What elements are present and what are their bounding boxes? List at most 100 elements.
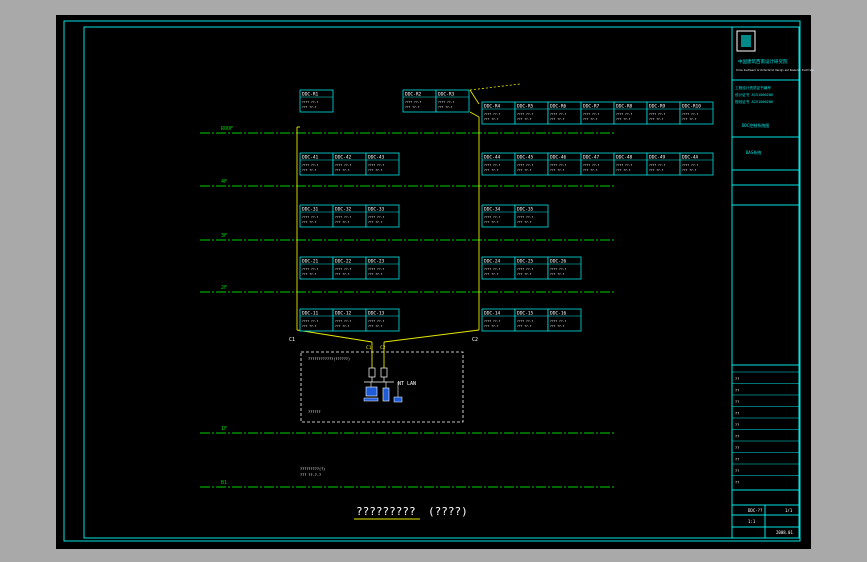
ddc-controller: DDC-R9 ???? ??-???? ??-? <box>646 101 681 125</box>
ddc-id-label: DDC-31 <box>302 207 319 213</box>
ddc-controller: DDC-25 ???? ??-???? ??-? <box>514 256 549 280</box>
drawing-subtitle: (????) <box>428 505 468 518</box>
ddc-id-label: DDC-15 <box>517 311 534 317</box>
ddc-io-line: ??? ??-? <box>649 168 664 172</box>
ddc-controller: DDC-34 ???? ??-???? ??-? <box>481 204 516 228</box>
ddc-controller: DDC-31 ???? ??-???? ??-? <box>299 204 334 228</box>
ddc-controller: DDC-15 ???? ??-???? ??-? <box>514 308 549 332</box>
ddc-io-line: ???? ??-? <box>405 100 421 104</box>
ddc-id-label: DDC-32 <box>335 207 352 213</box>
ddc-io-line: ??? ??-? <box>616 117 631 121</box>
control-room-title: ????????????(??????) <box>308 357 350 361</box>
approval-line-3: 规划证书 A251000286 <box>735 99 773 104</box>
ddc-io-line: ??? ??-? <box>335 324 350 328</box>
sheet-number: 1/1 <box>785 508 793 513</box>
ddc-io-line: ???? ??-? <box>550 267 566 271</box>
ddc-id-label: DDC-34 <box>484 207 501 213</box>
ddc-id-label: DDC-25 <box>517 259 534 265</box>
ddc-io-line: ???? ??-? <box>302 100 318 104</box>
bus-label-c2: C2 <box>472 337 478 343</box>
ddc-id-label: DDC-22 <box>335 259 352 265</box>
ddc-controller: DDC-48 ???? ??-???? ??-? <box>613 152 648 176</box>
ddc-io-line: ??? ??-? <box>550 168 565 172</box>
ddc-controller: DDC-R3 ???? ??-???? ??-? <box>435 89 470 113</box>
network-label: NT LAN <box>398 381 416 387</box>
ddc-io-line: ???? ??-? <box>484 215 500 219</box>
ddc-io-line: ???? ??-? <box>550 319 566 323</box>
ddc-io-line: ??? ??-? <box>335 272 350 276</box>
ddc-controller: DDC-R4 ???? ??-???? ??-? <box>481 101 516 125</box>
bas-system-diagram: 中国建筑西南设计研究院 China Southwest Architectura… <box>56 15 814 549</box>
ddc-controller: DDC-33 ???? ??-???? ??-? <box>365 204 400 228</box>
floor-label: 2F <box>221 285 227 291</box>
server-tower-icon <box>382 387 390 402</box>
ddc-io-line: ???? ??-? <box>649 163 665 167</box>
ddc-controller: DDC-45 ???? ??-???? ??-? <box>514 152 549 176</box>
project-label: DDC控制系统图 <box>742 122 769 128</box>
ddc-controller: DDC-R10 ???? ??-???? ??-? <box>679 101 714 125</box>
printer-icon <box>393 396 403 403</box>
ddc-io-line: ??? ??-? <box>368 168 383 172</box>
ddc-io-line: ??? ??-? <box>368 324 383 328</box>
date-value: 2008.01 <box>776 530 793 535</box>
ddc-io-line: ???? ??-? <box>517 163 533 167</box>
ddc-io-line: ???? ??-? <box>335 319 351 323</box>
ddc-io-line: ??? ??-? <box>550 324 565 328</box>
ddc-id-label: DDC-21 <box>302 259 319 265</box>
ddc-id-label: DDC-46 <box>550 155 567 161</box>
approval-line-2: 设计证书 A151000286 <box>735 92 773 97</box>
b1-note-line-2: ??? ??-?-? <box>300 473 321 477</box>
ddc-io-line: ???? ??-? <box>550 163 566 167</box>
workstation-keyboard-icon <box>363 397 379 402</box>
ddc-id-label: DDC-49 <box>649 155 666 161</box>
ddc-id-label: DDC-R8 <box>616 104 633 110</box>
ddc-id-label: DDC-41 <box>302 155 319 161</box>
ddc-io-line: ??? ??-? <box>368 220 383 224</box>
ddc-id-label: DDC-42 <box>335 155 352 161</box>
ddc-controller: DDC-12 ???? ??-???? ??-? <box>332 308 367 332</box>
floor-label: B1 <box>221 480 227 486</box>
workstation-monitor-icon <box>365 386 378 397</box>
ddc-io-line: ??? ??-? <box>302 220 317 224</box>
ddc-io-line: ???? ??-? <box>484 163 500 167</box>
ddc-io-line: ???? ??-? <box>517 112 533 116</box>
ddc-io-line: ???? ??-? <box>649 112 665 116</box>
ddc-io-line: ??? ??-? <box>517 220 532 224</box>
company-name-en: China Southwest Architectural Design and… <box>736 69 814 72</box>
ddc-io-line: ???? ??-? <box>368 319 384 323</box>
ddc-io-line: ???? ??-? <box>302 319 318 323</box>
ddc-id-label: DDC-R1 <box>302 92 319 98</box>
ddc-io-line: ???? ??-? <box>302 267 318 271</box>
ddc-io-line: ??? ??-? <box>484 117 499 121</box>
ddc-controller: DDC-14 ???? ??-???? ??-? <box>481 308 516 332</box>
ddc-io-line: ??? ??-? <box>405 105 420 109</box>
ddc-id-label: DDC-R5 <box>517 104 534 110</box>
ddc-io-line: ??? ??-? <box>335 220 350 224</box>
ddc-io-line: ???? ??-? <box>335 163 351 167</box>
ddc-io-line: ???? ??-? <box>550 112 566 116</box>
bus-tag-c1: C1 <box>366 345 372 351</box>
revision-row-label: ?? <box>735 389 739 393</box>
ddc-io-line: ???? ??-? <box>517 319 533 323</box>
ddc-io-line: ???? ??-? <box>438 100 454 104</box>
ddc-controller: DDC-21 ???? ??-???? ??-? <box>299 256 334 280</box>
ddc-io-line: ???? ??-? <box>484 267 500 271</box>
ddc-io-line: ??? ??-? <box>302 168 317 172</box>
ddc-io-line: ???? ??-? <box>368 215 384 219</box>
ddc-id-label: DDC-24 <box>484 259 501 265</box>
drawing-number: DDC-?? <box>748 508 763 513</box>
ddc-id-label: DDC-R10 <box>682 104 701 110</box>
ddc-io-line: ???? ??-? <box>517 215 533 219</box>
ddc-io-line: ??? ??-? <box>550 117 565 121</box>
revision-row-label: ?? <box>735 377 739 381</box>
floor-label: 1F <box>221 426 227 432</box>
ddc-io-line: ??? ??-? <box>682 117 697 121</box>
ddc-id-label: DDC-45 <box>517 155 534 161</box>
ddc-io-line: ???? ??-? <box>484 319 500 323</box>
ddc-io-line: ??? ??-? <box>682 168 697 172</box>
ddc-controller: DDC-41 ???? ??-???? ??-? <box>299 152 334 176</box>
cad-viewport[interactable]: 中国建筑西南设计研究院 China Southwest Architectura… <box>0 0 867 562</box>
ddc-id-label: DDC-48 <box>616 155 633 161</box>
ddc-io-line: ??? ??-? <box>583 168 598 172</box>
ddc-io-line: ???? ??-? <box>517 267 533 271</box>
